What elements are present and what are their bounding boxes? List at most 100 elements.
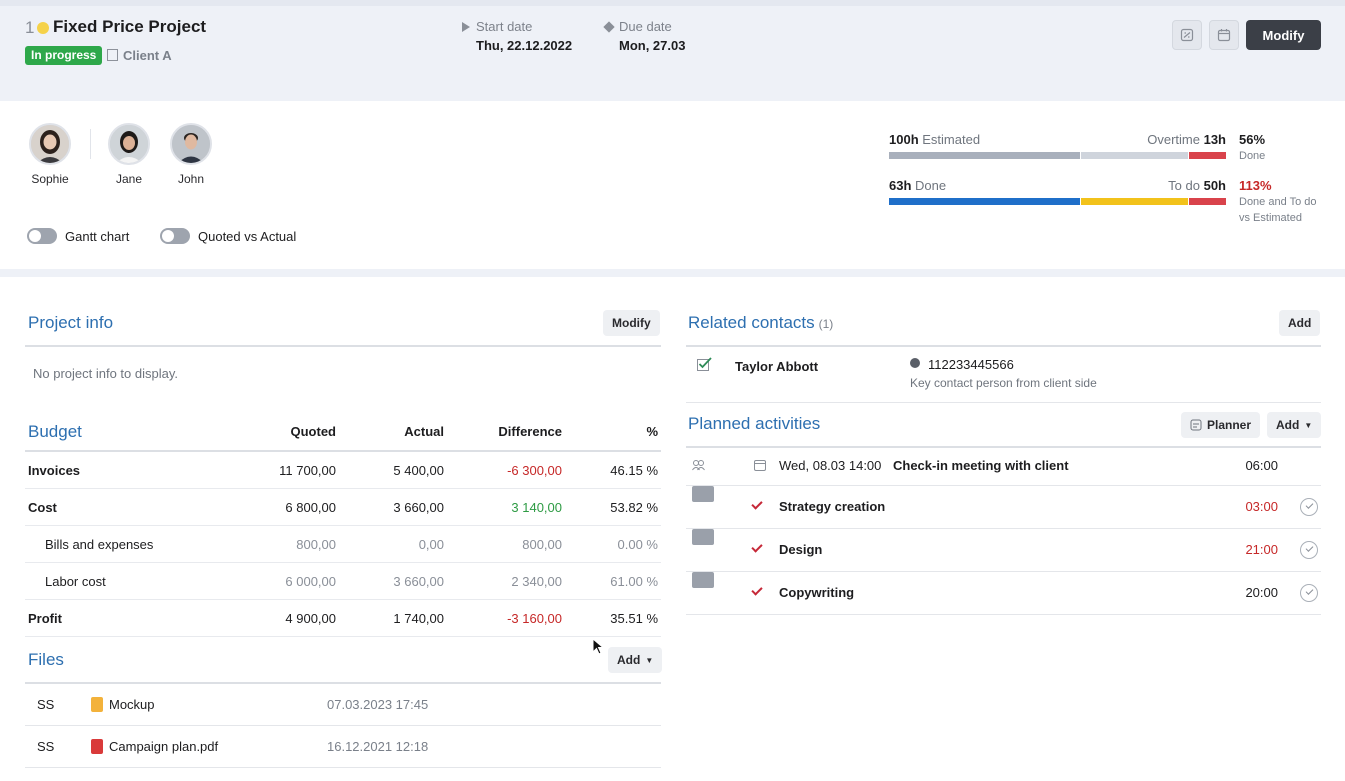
due-date-block: Due date Mon, 27.03 (603, 19, 685, 53)
project-color-dot (37, 22, 49, 34)
actual-cell: 3 660,00 (393, 574, 444, 589)
percent-cell: 53.82 % (610, 500, 658, 515)
planned-activities-title: Planned activities (688, 414, 821, 433)
done-stat: 63h Done To do 50h (889, 178, 1226, 193)
toggle-switch[interactable] (27, 228, 57, 244)
activity-row[interactable]: JN Design 21:00 (686, 529, 1321, 572)
bar-segment-overtime (1189, 152, 1226, 159)
add-file-button[interactable]: Add ▼ (608, 647, 663, 673)
quoted-cell: 11 700,00 (279, 463, 336, 478)
total-percent-label: Done and To do vs Estimated (1239, 196, 1317, 224)
file-date: 07.03.2023 17:45 (327, 697, 429, 712)
done-percent-label: Done (1239, 150, 1266, 162)
quoted-cell: 6 000,00 (285, 574, 336, 589)
client-name: Client A (123, 48, 172, 63)
done-value: 63h (889, 178, 912, 193)
add-contact-button[interactable]: Add (1279, 310, 1321, 336)
report-button[interactable] (1172, 20, 1202, 50)
modify-info-button[interactable]: Modify (603, 310, 660, 336)
related-contacts-title: Related contacts (1) (688, 313, 834, 332)
bar-segment-remaining (1080, 152, 1189, 159)
complete-task-icon[interactable] (1300, 584, 1318, 602)
actual-cell: 0,00 (418, 537, 444, 552)
team-member[interactable]: Sophie (27, 123, 73, 186)
done-label: Done (915, 178, 947, 193)
quoted-vs-actual-toggle[interactable]: Quoted vs Actual (160, 228, 296, 244)
contact-row[interactable]: Taylor Abbott 112233445566 Key contact p… (686, 348, 1321, 402)
activity-row[interactable]: JN Copywriting 20:00 (686, 572, 1321, 615)
toggle-switch[interactable] (160, 228, 190, 244)
complete-task-icon[interactable] (1300, 541, 1318, 559)
done-todo-progress-bar (889, 198, 1226, 205)
bar-segment-over (1189, 198, 1226, 205)
activity-name[interactable]: Copywriting (779, 572, 854, 614)
report-icon (1180, 28, 1194, 42)
contact-name[interactable]: Taylor Abbott (735, 359, 818, 374)
percent-cell: 46.15 % (610, 463, 658, 478)
due-date-label: Due date (619, 19, 672, 34)
task-check-icon (751, 541, 763, 553)
add-file-label: Add (617, 653, 641, 667)
activity-duration: 21:00 (1245, 542, 1278, 557)
activity-duration: 20:00 (1245, 585, 1278, 600)
planner-button[interactable]: Planner (1181, 412, 1261, 438)
pdf-file-icon (91, 739, 103, 754)
activity-row[interactable]: Wed, 08.03 14:00 Check-in meeting with c… (686, 445, 1321, 486)
quoted-vs-actual-label: Quoted vs Actual (198, 228, 297, 244)
file-name: Mockup (109, 697, 155, 712)
bar-segment-done (889, 152, 1080, 159)
calendar-button[interactable] (1209, 20, 1239, 50)
difference-cell: 3 140,00 (511, 500, 562, 515)
divider (686, 402, 1321, 403)
team-member[interactable]: Jane (106, 123, 152, 186)
overtime-value: 13h (1203, 132, 1226, 147)
file-name-cell[interactable]: Mockup (91, 684, 155, 726)
estimated-value: 100h (889, 132, 919, 147)
difference-cell: 800,00 (522, 537, 562, 552)
modify-project-button[interactable]: Modify (1246, 20, 1321, 50)
client-link[interactable]: Client A (107, 48, 172, 63)
estimated-label: Estimated (922, 132, 981, 147)
quoted-cell: 6 800,00 (285, 500, 336, 515)
page-title: Fixed Price Project (53, 17, 207, 36)
complete-task-icon[interactable] (1300, 498, 1318, 516)
table-row: Labor cost 6 000,00 3 660,00 2 340,00 61… (25, 563, 661, 600)
activity-name[interactable]: Design (779, 529, 822, 571)
gantt-toggle-label: Gantt chart (65, 228, 130, 244)
assignee-initials: JN (692, 572, 714, 598)
difference-cell: -3 160,00 (507, 611, 562, 626)
percent-cell: 0.00 % (617, 537, 658, 552)
percent-cell: 35.51 % (610, 611, 658, 626)
avatar (108, 123, 150, 165)
activity-name[interactable]: Strategy creation (779, 486, 885, 528)
overview-panel: Sophie Jane John Gantt chart Quoted vs A… (0, 101, 1345, 269)
column-header: Quoted (290, 424, 337, 439)
avatar (170, 123, 212, 165)
estimated-stat: 100h Estimated Overtime 13h (889, 132, 1226, 147)
play-icon (462, 21, 470, 32)
contact-phone[interactable]: 112233445566 (928, 357, 1014, 372)
project-info-empty: No project info to display. (33, 366, 178, 381)
divider (686, 345, 1321, 347)
gantt-toggle[interactable]: Gantt chart (27, 228, 129, 244)
file-row[interactable]: SS Campaign plan.pdf 16.12.2021 12:18 (25, 726, 661, 768)
status-badge[interactable]: In progress (25, 46, 103, 65)
activity-name[interactable]: Check-in meeting with client (893, 445, 1069, 487)
activity-row[interactable]: JM Strategy creation 03:00 (686, 486, 1321, 529)
column-header: Actual (404, 424, 444, 439)
file-name-cell[interactable]: Campaign plan.pdf (91, 726, 218, 768)
avatar (29, 123, 71, 165)
primary-contact-check-icon (697, 357, 712, 371)
file-row[interactable]: SS Mockup 07.03.2023 17:45 (25, 684, 661, 726)
budget-header-row: Budget Quoted Actual Difference % (25, 412, 661, 452)
quoted-cell: 4 900,00 (285, 611, 336, 626)
total-percent: 113% (1239, 178, 1272, 193)
project-header: 1 Fixed Price Project In progress Client… (0, 6, 1345, 101)
estimated-progress-bar (889, 152, 1226, 159)
team-member-name: Sophie (31, 172, 69, 186)
participants-icon (692, 460, 705, 471)
chevron-down-icon: ▼ (1304, 420, 1313, 430)
add-activity-button[interactable]: Add ▼ (1267, 412, 1322, 438)
team-member[interactable]: John (168, 123, 214, 186)
column-header: % (646, 424, 658, 439)
